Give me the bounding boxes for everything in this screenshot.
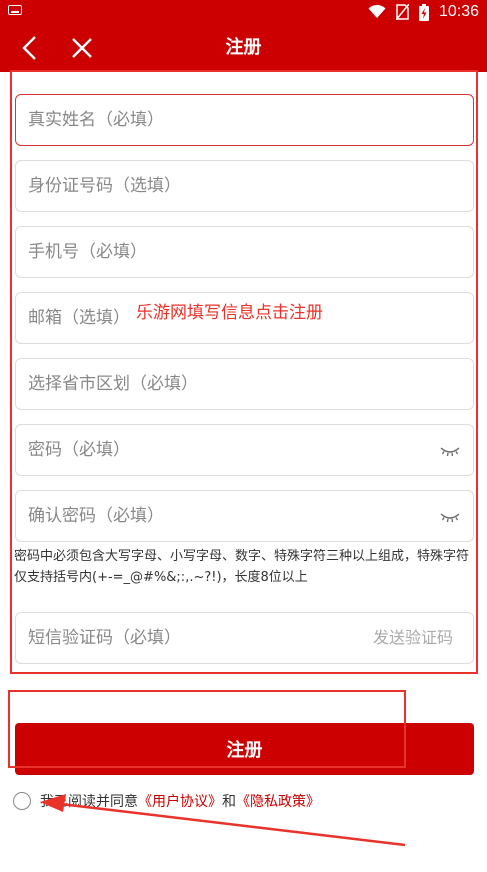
register-page: 10:36 注册 密码中必须包含大写字母、小写字母、 [0, 0, 487, 872]
confirm-password-input[interactable] [28, 491, 428, 541]
region-select-field[interactable] [15, 358, 474, 410]
password-hint: 密码中必须包含大写字母、小写字母、数字、特殊字符三种以上组成，特殊字符仅支持括号… [14, 549, 470, 585]
eye-closed-icon[interactable] [439, 440, 461, 460]
agreement-prefix: 我已阅读并同意 [40, 794, 138, 810]
status-bar: 10:36 [0, 0, 487, 24]
keyboard-icon [8, 5, 22, 15]
privacy-policy-link[interactable]: 《隐私政策》 [236, 791, 320, 811]
agreement-conjunction: 和 [222, 794, 236, 810]
id-number-input[interactable] [28, 161, 428, 211]
register-button[interactable]: 注册 [15, 723, 474, 775]
password-field[interactable] [15, 424, 474, 476]
email-input[interactable] [28, 293, 428, 343]
sms-code-field[interactable]: 发送验证码 [15, 612, 474, 664]
id-number-field[interactable] [15, 160, 474, 212]
status-indicators: 10:36 [368, 0, 479, 24]
status-time: 10:36 [438, 3, 479, 20]
sms-code-input[interactable] [28, 613, 328, 663]
real-name-field[interactable] [15, 94, 474, 146]
send-code-button[interactable]: 发送验证码 [373, 613, 453, 663]
battery-charging-icon [418, 3, 429, 21]
agree-checkbox[interactable] [13, 792, 31, 810]
close-icon [72, 38, 92, 58]
phone-field[interactable] [15, 226, 474, 278]
close-button[interactable] [66, 32, 98, 64]
phone-input[interactable] [28, 227, 428, 277]
user-agreement-link[interactable]: 《用户协议》 [138, 791, 222, 811]
wifi-icon [368, 5, 386, 19]
password-input[interactable] [28, 425, 428, 475]
eye-closed-icon[interactable] [439, 506, 461, 526]
region-select-input[interactable] [28, 359, 428, 409]
back-button[interactable] [14, 32, 46, 64]
chevron-left-icon [22, 36, 36, 60]
agreement-row: 我已阅读并同意 《用户协议》 和 《隐私政策》 [13, 790, 320, 812]
confirm-password-field[interactable] [15, 490, 474, 542]
real-name-input[interactable] [28, 95, 428, 145]
email-field[interactable] [15, 292, 474, 344]
title-bar: 注册 [0, 24, 487, 72]
no-sim-icon [395, 4, 409, 20]
